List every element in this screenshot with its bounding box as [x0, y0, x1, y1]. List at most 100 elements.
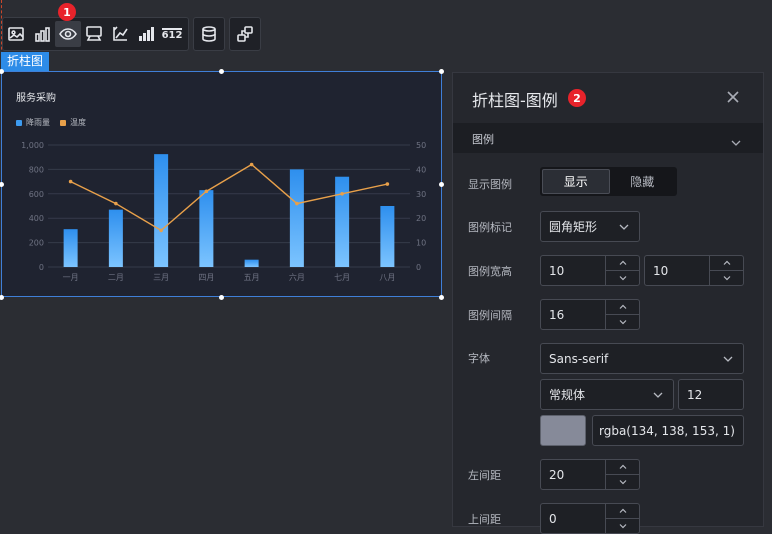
x-tick-label: 二月 — [108, 273, 124, 282]
y-left-tick-label: 1,000 — [21, 141, 44, 150]
chevron-down-icon — [723, 276, 730, 281]
eye-icon[interactable] — [55, 21, 81, 47]
legend-section-header[interactable]: 图例 — [453, 123, 763, 153]
legend-settings-panel: 折柱图-图例 2 图例 显示图例 显示 隐藏 图例标记 圆角矩形 图例宽高 10… — [452, 72, 764, 534]
chevron-down-icon — [731, 133, 741, 146]
y-left-tick-label: 400 — [29, 214, 44, 223]
x-tick-label: 六月 — [289, 272, 305, 282]
chart-component[interactable]: 服务采购 降雨量 温度 0 200 400 600 800 1,000 0 10 20 30 40 5… — [1, 71, 442, 297]
resize-handle-tm[interactable] — [219, 69, 224, 74]
legend-gap-stepper — [605, 300, 639, 329]
show-legend-label: 显示图例 — [468, 178, 512, 191]
chevron-up-icon — [619, 304, 626, 309]
line-point — [385, 182, 390, 186]
font-size-value: 12 — [687, 387, 703, 402]
legend-width-input[interactable]: 10 — [540, 255, 640, 286]
font-color-value: rgba(134, 138, 153, 1) — [599, 423, 735, 438]
line-point — [114, 201, 118, 206]
y-left-tick-label: 200 — [29, 239, 44, 248]
resize-handle-bl[interactable] — [0, 295, 4, 300]
resize-handle-mr[interactable] — [439, 182, 444, 187]
chevron-down-icon — [653, 392, 663, 398]
close-icon[interactable] — [725, 89, 741, 105]
font-family-value: Sans-serif — [549, 351, 609, 366]
image-icon[interactable] — [3, 21, 29, 47]
line-point — [249, 162, 254, 167]
legend-mark-label: 图例标记 — [468, 221, 512, 234]
increment-button[interactable] — [606, 504, 639, 519]
bar — [108, 209, 123, 267]
step-badge-1: 1 — [58, 3, 76, 21]
line-point — [159, 228, 163, 233]
chart-config-toolbar: 612 — [2, 17, 189, 51]
legend-height-input[interactable]: 10 — [644, 255, 744, 286]
legend-height-stepper — [709, 256, 743, 285]
x-tick-label: 七月 — [334, 273, 350, 282]
decrement-button[interactable] — [606, 271, 639, 285]
top-margin-stepper — [605, 504, 639, 533]
resize-handle-br[interactable] — [439, 295, 444, 300]
bar — [380, 206, 395, 267]
panel-title: 折柱图-图例 — [472, 91, 558, 110]
left-margin-input[interactable]: 20 — [540, 459, 640, 490]
y-right-tick-label: 20 — [416, 214, 426, 223]
top-margin-input[interactable]: 0 — [540, 503, 640, 534]
show-legend-off-button[interactable]: 隐藏 — [610, 169, 676, 194]
decrement-button[interactable] — [606, 315, 639, 329]
line-point — [340, 192, 344, 196]
legend-gap-input[interactable]: 16 — [540, 299, 640, 330]
y-right-tick-label: 30 — [416, 190, 426, 199]
resize-handle-bm[interactable] — [219, 295, 224, 300]
bar — [244, 259, 259, 267]
chevron-down-icon — [619, 524, 626, 529]
left-margin-stepper — [605, 460, 639, 489]
link-icon[interactable] — [232, 21, 258, 47]
increment-button[interactable] — [710, 256, 743, 271]
legend-gap-label: 图例间隔 — [468, 309, 512, 322]
x-tick-label: 四月 — [198, 273, 214, 282]
data-label-icon[interactable]: 612 — [159, 21, 185, 47]
decrement-button[interactable] — [606, 519, 639, 533]
chevron-down-icon — [619, 224, 629, 230]
chevron-up-icon — [619, 464, 626, 469]
y-left-tick-label: 0 — [39, 263, 44, 272]
y-right-tick-label: 50 — [416, 141, 426, 150]
bar-series-icon[interactable] — [133, 21, 159, 47]
step-badge-2: 2 — [568, 89, 586, 107]
axis-icon[interactable] — [107, 21, 133, 47]
font-family-select[interactable]: Sans-serif — [540, 343, 744, 374]
selected-component-tag[interactable]: 折柱图 — [1, 52, 50, 71]
line-point — [295, 201, 299, 206]
y-right-tick-label: 0 — [416, 263, 421, 272]
legend-size-label: 图例宽高 — [468, 265, 512, 278]
chevron-down-icon — [619, 276, 626, 281]
resize-handle-tr[interactable] — [439, 69, 444, 74]
increment-button[interactable] — [606, 460, 639, 475]
legend-mark-select[interactable]: 圆角矩形 — [540, 211, 640, 242]
y-left-tick-label: 600 — [29, 190, 44, 199]
chevron-up-icon — [619, 508, 626, 513]
x-tick-label: 五月 — [244, 273, 260, 282]
bar-chart-icon[interactable] — [29, 21, 55, 47]
x-tick-label: 一月 — [63, 273, 79, 282]
font-weight-value: 常规体 — [549, 388, 586, 402]
decrement-button[interactable] — [606, 475, 639, 489]
show-legend-on-button[interactable]: 显示 — [542, 169, 610, 194]
tooltip-icon[interactable] — [81, 21, 107, 47]
font-color-input[interactable]: rgba(134, 138, 153, 1) — [592, 415, 744, 446]
y-right-tick-label: 10 — [416, 239, 426, 248]
chevron-down-icon — [619, 480, 626, 485]
database-icon[interactable] — [196, 21, 222, 47]
font-weight-select[interactable]: 常规体 — [540, 379, 674, 410]
bar — [63, 229, 78, 267]
bar — [154, 154, 169, 267]
decrement-button[interactable] — [710, 271, 743, 285]
font-size-input[interactable]: 12 — [678, 379, 744, 410]
section-title: 图例 — [472, 133, 494, 146]
increment-button[interactable] — [606, 256, 639, 271]
font-color-swatch[interactable] — [540, 415, 586, 446]
chevron-up-icon — [723, 260, 730, 265]
line-point — [204, 189, 209, 194]
font-label: 字体 — [468, 352, 490, 365]
increment-button[interactable] — [606, 300, 639, 315]
